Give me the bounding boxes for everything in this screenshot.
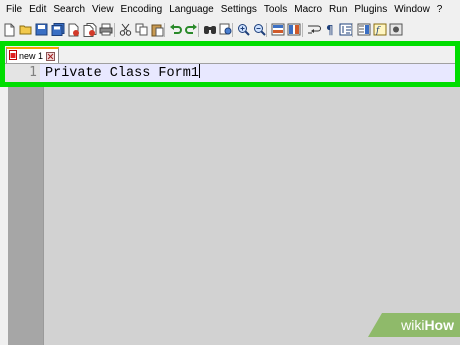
menu-macro[interactable]: Macro bbox=[291, 0, 325, 20]
new-file-icon[interactable] bbox=[2, 22, 17, 37]
zoom-out-icon[interactable] bbox=[252, 22, 267, 37]
cut-icon[interactable] bbox=[118, 22, 133, 37]
code-line-text[interactable]: Private Class Form1 bbox=[45, 64, 200, 82]
menu-run[interactable]: Run bbox=[326, 0, 350, 20]
close-icon[interactable] bbox=[66, 22, 81, 37]
toolbar: ¶ f bbox=[0, 20, 460, 42]
menu-language[interactable]: Language bbox=[166, 0, 217, 20]
indent-guide-icon[interactable] bbox=[338, 22, 353, 37]
menu-tools[interactable]: Tools bbox=[261, 0, 290, 20]
paste-icon[interactable] bbox=[150, 22, 165, 37]
tab-new-1[interactable]: new 1 bbox=[6, 47, 59, 63]
redo-icon[interactable] bbox=[184, 22, 199, 37]
line-number: 1 bbox=[5, 64, 40, 82]
code-content: Private Class Form1 bbox=[45, 66, 199, 81]
close-tab-icon[interactable] bbox=[46, 51, 56, 61]
menu-settings[interactable]: Settings bbox=[218, 0, 260, 20]
menu-help[interactable]: ? bbox=[434, 0, 446, 20]
menu-encoding[interactable]: Encoding bbox=[118, 0, 166, 20]
word-wrap-icon[interactable] bbox=[306, 22, 321, 37]
toolbar-separator bbox=[302, 23, 303, 37]
menu-window[interactable]: Window bbox=[391, 0, 433, 20]
toolbar-separator bbox=[114, 23, 115, 37]
open-file-icon[interactable] bbox=[18, 22, 33, 37]
menu-plugins[interactable]: Plugins bbox=[351, 0, 390, 20]
line-number-margin bbox=[8, 87, 44, 345]
fold-margin bbox=[0, 87, 8, 345]
tab-bar: new 1 bbox=[5, 46, 455, 64]
menu-bar: File Edit Search View Encoding Language Settin… bbox=[0, 0, 460, 20]
tab-label: new 1 bbox=[19, 51, 44, 61]
copy-icon[interactable] bbox=[134, 22, 149, 37]
save-all-icon[interactable] bbox=[50, 22, 65, 37]
sync-horizontal-icon[interactable] bbox=[286, 22, 301, 37]
menu-file[interactable]: File bbox=[3, 0, 25, 20]
svg-text:¶: ¶ bbox=[326, 23, 334, 36]
watermark-part1: wiki bbox=[401, 317, 425, 333]
wikihow-watermark: wiki How bbox=[368, 313, 460, 337]
sync-vertical-icon[interactable] bbox=[270, 22, 285, 37]
zoom-in-icon[interactable] bbox=[236, 22, 251, 37]
text-caret bbox=[198, 64, 200, 78]
watermark-part2: How bbox=[424, 317, 454, 333]
undo-icon[interactable] bbox=[168, 22, 183, 37]
menu-view[interactable]: View bbox=[89, 0, 117, 20]
menu-search[interactable]: Search bbox=[50, 0, 88, 20]
function-list-icon[interactable]: f bbox=[372, 22, 387, 37]
editor-text-area[interactable] bbox=[44, 87, 460, 345]
macro-record-icon[interactable] bbox=[388, 22, 403, 37]
close-all-icon[interactable] bbox=[82, 22, 97, 37]
editor-current-line[interactable]: 1 Private Class Form1 bbox=[5, 64, 455, 82]
print-icon[interactable] bbox=[98, 22, 113, 37]
save-icon[interactable] bbox=[34, 22, 49, 37]
toolbar-separator bbox=[232, 23, 233, 37]
menu-edit[interactable]: Edit bbox=[26, 0, 49, 20]
toolbar-separator bbox=[164, 23, 165, 37]
toolbar-separator bbox=[266, 23, 267, 37]
toolbar-separator bbox=[198, 23, 199, 37]
file-unsaved-icon bbox=[9, 50, 17, 62]
replace-icon[interactable] bbox=[218, 22, 233, 37]
highlight-frame: new 1 1 Private Class Form1 bbox=[0, 41, 460, 87]
toolbar-separator bbox=[352, 23, 353, 37]
show-all-chars-icon[interactable]: ¶ bbox=[322, 22, 337, 37]
doc-map-icon[interactable] bbox=[356, 22, 371, 37]
find-icon[interactable] bbox=[202, 22, 217, 37]
